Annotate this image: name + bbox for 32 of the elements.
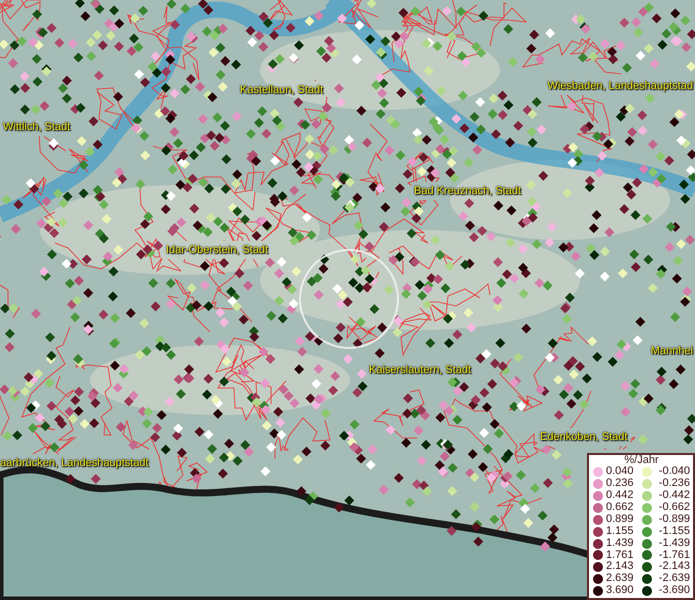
legend-value: 0.899: [606, 514, 635, 526]
legend-value: 0.662: [606, 502, 635, 514]
legend-value: -2.143: [658, 561, 690, 573]
legend-value: 1.155: [606, 526, 635, 538]
legend-value: 0.442: [606, 490, 635, 502]
legend-value: 1.439: [606, 538, 635, 550]
legend-title: %/Jahr: [624, 454, 659, 466]
legend-value: -0.662: [658, 502, 690, 514]
legend-value: -0.899: [658, 514, 690, 526]
place-label: Mannhei: [650, 345, 693, 358]
legend-value: -0.040: [658, 466, 690, 478]
place-label: Idar-Oberstein, Stadt: [166, 244, 268, 256]
place-label: Wiesbaden, Landeshauptstad: [547, 80, 693, 92]
place-label: Bad Kreuznach, Stadt: [414, 185, 522, 198]
legend-value: -0.442: [658, 490, 690, 502]
legend-value: 0.236: [606, 478, 635, 490]
place-label: Edenkoben, Stadt: [540, 431, 628, 444]
place-label: Wittlich, Stadt: [3, 121, 70, 134]
legend-value: -1.761: [658, 550, 690, 561]
legend-value: 1.761: [606, 550, 635, 561]
legend-value: 2.143: [606, 561, 635, 573]
legend-value: 3.690: [606, 585, 635, 597]
legend-value: 2.639: [606, 573, 635, 585]
legend-value: 0.040: [606, 466, 635, 478]
legend-value: -0.236: [658, 478, 690, 490]
place-label: Kastellaun, Stadt: [240, 84, 324, 96]
legend-value: -1.439: [658, 538, 690, 550]
place-label: Kaiserslautern, Stadt: [369, 364, 472, 376]
place-label: aarbrücken, Landeshauptstadt: [0, 457, 149, 470]
legend-value: -1.155: [658, 526, 690, 538]
legend-value: -3.690: [658, 585, 690, 597]
legend-value: -2.639: [658, 573, 690, 585]
